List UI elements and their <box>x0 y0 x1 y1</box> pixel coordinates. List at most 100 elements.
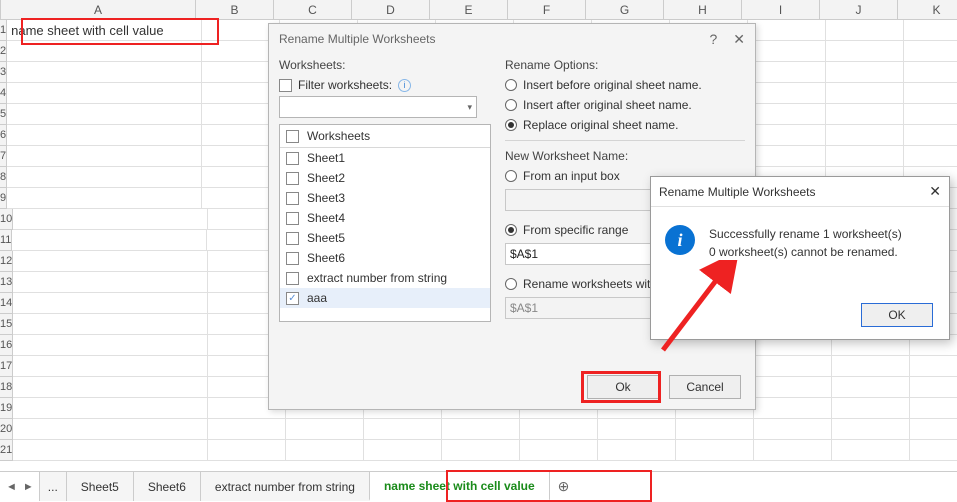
worksheet-checkbox[interactable] <box>286 152 299 165</box>
cell-I19[interactable] <box>754 398 832 419</box>
cell-E20[interactable] <box>442 419 520 440</box>
col-header-A[interactable]: A <box>1 0 196 19</box>
cell-F21[interactable] <box>520 440 598 461</box>
row-header-3[interactable]: 3 <box>0 62 7 83</box>
rename-option-radio[interactable] <box>505 119 517 131</box>
worksheet-item[interactable]: Sheet4 <box>280 208 490 228</box>
cell-I18[interactable] <box>754 377 832 398</box>
cell-H20[interactable] <box>676 419 754 440</box>
cell-I1[interactable] <box>748 20 826 41</box>
row-header-18[interactable]: 18 <box>0 377 13 398</box>
row-header-19[interactable]: 19 <box>0 398 13 419</box>
cell-A6[interactable] <box>7 125 202 146</box>
cell-F20[interactable] <box>520 419 598 440</box>
cell-A16[interactable] <box>13 335 208 356</box>
cell-J3[interactable] <box>826 62 904 83</box>
cell-K20[interactable] <box>910 419 957 440</box>
cell-A13[interactable] <box>13 272 208 293</box>
cell-A7[interactable] <box>7 146 202 167</box>
row-header-13[interactable]: 13 <box>0 272 13 293</box>
col-header-K[interactable]: K <box>898 0 957 19</box>
cell-K4[interactable] <box>904 83 957 104</box>
cell-K19[interactable] <box>910 398 957 419</box>
tab-nav-prev-icon[interactable]: ◄ <box>6 481 17 493</box>
cell-K21[interactable] <box>910 440 957 461</box>
cell-G20[interactable] <box>598 419 676 440</box>
cell-A3[interactable] <box>7 62 202 83</box>
cell-J2[interactable] <box>826 41 904 62</box>
cell-J19[interactable] <box>832 398 910 419</box>
cell-A11[interactable] <box>12 230 207 251</box>
tab-more[interactable]: ... <box>39 472 67 501</box>
cell-K17[interactable] <box>910 356 957 377</box>
messagebox-ok-button[interactable]: OK <box>861 303 933 327</box>
worksheet-checkbox[interactable]: ✓ <box>286 292 299 305</box>
cell-D20[interactable] <box>364 419 442 440</box>
cell-I3[interactable] <box>748 62 826 83</box>
cell-C20[interactable] <box>286 419 364 440</box>
cell-A12[interactable] <box>13 251 208 272</box>
cell-A17[interactable] <box>13 356 208 377</box>
row-header-16[interactable]: 16 <box>0 335 13 356</box>
cell-A1[interactable]: name sheet with cell value <box>7 20 202 41</box>
cell-K5[interactable] <box>904 104 957 125</box>
row-header-4[interactable]: 4 <box>0 83 7 104</box>
cell-J7[interactable] <box>826 146 904 167</box>
filter-checkbox[interactable] <box>279 79 292 92</box>
cell-A5[interactable] <box>7 104 202 125</box>
worksheet-item[interactable]: ✓aaa <box>280 288 490 308</box>
row-header-8[interactable]: 8 <box>0 167 7 188</box>
row-header-5[interactable]: 5 <box>0 104 7 125</box>
cell-I4[interactable] <box>748 83 826 104</box>
col-header-D[interactable]: D <box>352 0 430 19</box>
cell-K1[interactable] <box>904 20 957 41</box>
cell-I17[interactable] <box>754 356 832 377</box>
worksheet-item[interactable]: Sheet6 <box>280 248 490 268</box>
row-header-20[interactable]: 20 <box>0 419 13 440</box>
row-header-17[interactable]: 17 <box>0 356 13 377</box>
cell-A10[interactable] <box>13 209 208 230</box>
worksheet-item[interactable]: Sheet3 <box>280 188 490 208</box>
worksheet-checkbox[interactable] <box>286 232 299 245</box>
sheet-tab-sheet5[interactable]: Sheet5 <box>66 472 134 501</box>
row-header-7[interactable]: 7 <box>0 146 7 167</box>
cell-C21[interactable] <box>286 440 364 461</box>
cell-H21[interactable] <box>676 440 754 461</box>
add-sheet-button[interactable]: ⊕ <box>550 472 578 501</box>
filter-dropdown[interactable]: ▾ <box>279 96 477 118</box>
row-header-1[interactable]: 1 <box>0 20 7 41</box>
tab-nav-next-icon[interactable]: ► <box>23 481 34 493</box>
cell-B21[interactable] <box>208 440 286 461</box>
cell-K18[interactable] <box>910 377 957 398</box>
sheet-tab-name-sheet-with-cell-value[interactable]: name sheet with cell value <box>369 472 550 501</box>
rename-option-radio[interactable] <box>505 79 517 91</box>
cell-A21[interactable] <box>13 440 208 461</box>
dialog-titlebar[interactable]: Rename Multiple Worksheets ? ✕ <box>269 24 755 54</box>
cell-A14[interactable] <box>13 293 208 314</box>
row-header-15[interactable]: 15 <box>0 314 13 335</box>
cell-D21[interactable] <box>364 440 442 461</box>
row-header-10[interactable]: 10 <box>0 209 13 230</box>
cancel-button[interactable]: Cancel <box>669 375 741 399</box>
row-header-21[interactable]: 21 <box>0 440 13 461</box>
cell-A2[interactable] <box>7 41 202 62</box>
cell-A8[interactable] <box>7 167 202 188</box>
cell-A19[interactable] <box>13 398 208 419</box>
cell-A4[interactable] <box>7 83 202 104</box>
cell-I7[interactable] <box>748 146 826 167</box>
col-header-E[interactable]: E <box>430 0 508 19</box>
cell-J17[interactable] <box>832 356 910 377</box>
cell-J1[interactable] <box>826 20 904 41</box>
row-header-14[interactable]: 14 <box>0 293 13 314</box>
cell-G21[interactable] <box>598 440 676 461</box>
col-header-G[interactable]: G <box>586 0 664 19</box>
rename-with-radio[interactable] <box>505 278 517 290</box>
cell-J4[interactable] <box>826 83 904 104</box>
row-header-6[interactable]: 6 <box>0 125 7 146</box>
worksheet-checkbox[interactable] <box>286 272 299 285</box>
cell-I5[interactable] <box>748 104 826 125</box>
col-header-B[interactable]: B <box>196 0 274 19</box>
cell-A18[interactable] <box>13 377 208 398</box>
cell-A9[interactable] <box>7 188 202 209</box>
from-range-radio[interactable] <box>505 224 517 236</box>
